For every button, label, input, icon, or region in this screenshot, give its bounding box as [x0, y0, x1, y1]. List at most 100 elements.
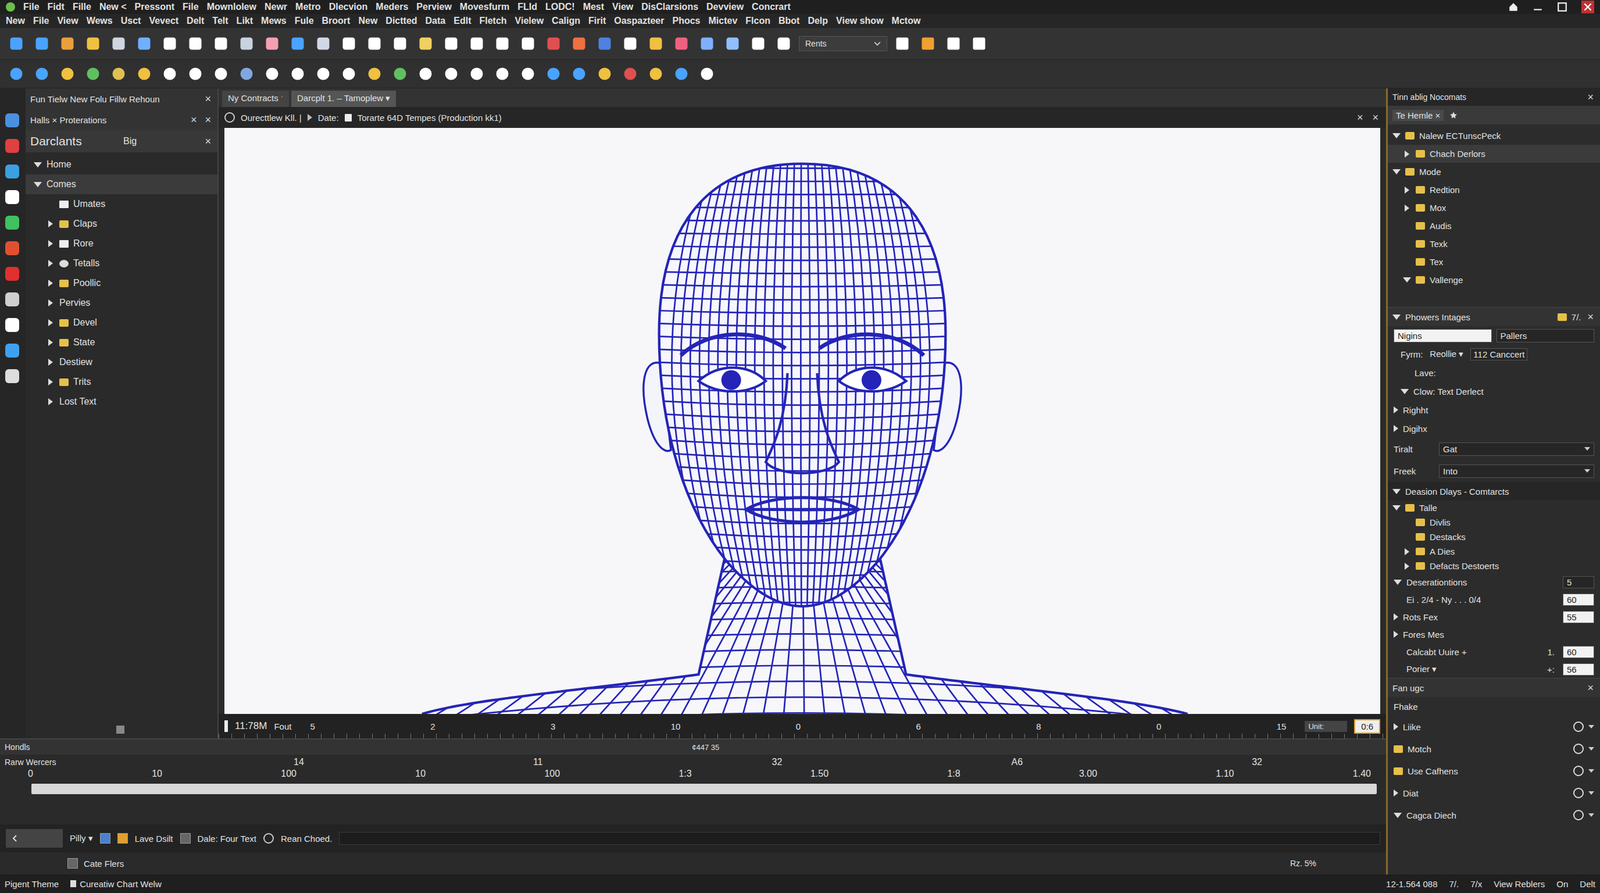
- tool-button[interactable]: [133, 63, 155, 85]
- expand-icon[interactable]: [1404, 562, 1410, 570]
- menu-item[interactable]: Fidt: [47, 1, 65, 13]
- layer-icon[interactable]: [180, 833, 191, 844]
- menu-item[interactable]: View show: [836, 15, 884, 27]
- tool-button[interactable]: [236, 33, 257, 55]
- parameter-field[interactable]: 56: [1562, 663, 1595, 676]
- expand-icon[interactable]: [1392, 133, 1401, 139]
- tool-button[interactable]: [696, 63, 718, 85]
- tool-button[interactable]: [466, 63, 488, 85]
- zoom-level[interactable]: Rz. 5%: [1290, 858, 1317, 869]
- tool-button[interactable]: [5, 33, 27, 55]
- tree-item[interactable]: Defacts Destoerts: [1387, 558, 1600, 574]
- caret-icon[interactable]: [1588, 791, 1595, 795]
- tool-button[interactable]: [287, 63, 309, 85]
- tool-button[interactable]: [891, 33, 913, 55]
- document-tab[interactable]: Ny Contracts ˑ: [222, 90, 289, 107]
- property-group[interactable]: Righht: [1387, 400, 1600, 420]
- tree-item[interactable]: Chach Derlors: [1387, 144, 1600, 163]
- close-button[interactable]: ×: [1585, 681, 1596, 695]
- tool-button[interactable]: [491, 33, 513, 55]
- tool-button[interactable]: [645, 63, 667, 85]
- maximize-icon[interactable]: [1556, 1, 1568, 13]
- tool-button[interactable]: [108, 33, 130, 55]
- expand-icon[interactable]: [48, 358, 53, 366]
- expand-icon[interactable]: [48, 240, 53, 248]
- menu-item[interactable]: Fule: [294, 15, 314, 27]
- unit-dropdown[interactable]: Unit:: [1304, 720, 1348, 732]
- tool-button[interactable]: [968, 33, 990, 55]
- tool-button[interactable]: [133, 33, 155, 55]
- menu-item[interactable]: Concrart: [751, 1, 791, 13]
- tool-button[interactable]: [338, 33, 360, 55]
- tree-item[interactable]: Tex: [1387, 252, 1600, 271]
- tree-item[interactable]: Tetalls: [25, 253, 218, 274]
- property-group[interactable]: Clow: Text Derlect: [1387, 381, 1600, 401]
- close-button[interactable]: ×: [188, 113, 199, 127]
- status-item[interactable]: 7/x: [1470, 879, 1482, 889]
- menu-item[interactable]: Mownlolew: [206, 1, 257, 13]
- menu-item[interactable]: Edlt: [453, 15, 471, 27]
- tool-button[interactable]: [31, 63, 53, 85]
- expand-icon[interactable]: [48, 319, 53, 327]
- tool-button[interactable]: [338, 63, 360, 85]
- menu-item[interactable]: New: [5, 15, 25, 27]
- list-item[interactable]: Motch: [1387, 737, 1600, 760]
- expand-icon[interactable]: [1400, 388, 1409, 395]
- list-item[interactable]: Liike: [1387, 715, 1600, 738]
- preset-field[interactable]: Pallers: [1496, 329, 1595, 343]
- property-dropdown[interactable]: Into: [1438, 464, 1595, 478]
- status-item[interactable]: View Reblers: [1493, 879, 1545, 889]
- form-dropdown[interactable]: 112 Canccert: [1470, 348, 1528, 361]
- strip-button[interactable]: [3, 213, 23, 233]
- tool-button[interactable]: [56, 33, 78, 55]
- status-item[interactable]: 12-1.564 088: [1386, 879, 1438, 889]
- tool-button[interactable]: [210, 63, 232, 85]
- tool-button[interactable]: [261, 33, 283, 55]
- strip-button[interactable]: [3, 316, 23, 335]
- tree-item[interactable]: Lost Text: [25, 391, 218, 412]
- menu-item[interactable]: DisClarsions: [641, 1, 699, 13]
- tool-button[interactable]: [670, 33, 692, 55]
- timeline-track[interactable]: Rarw Wercers141132A632010100101001:31.50…: [0, 754, 1387, 797]
- filter-dropdown[interactable]: Pilly ▾: [69, 833, 94, 844]
- expand-icon[interactable]: [48, 299, 53, 307]
- tool-button[interactable]: [210, 33, 232, 55]
- strip-button[interactable]: [3, 265, 23, 284]
- tool-button[interactable]: [917, 33, 939, 55]
- tree-item[interactable]: Umates: [25, 194, 218, 214]
- menu-item[interactable]: Delt: [186, 15, 205, 27]
- menu-item[interactable]: Mest: [583, 1, 605, 13]
- caret-icon[interactable]: [1588, 769, 1595, 773]
- strip-button[interactable]: [3, 162, 23, 182]
- menu-item[interactable]: Flcon: [745, 15, 771, 27]
- info-icon[interactable]: [263, 833, 274, 844]
- strip-button[interactable]: [3, 341, 23, 361]
- tool-button[interactable]: [594, 33, 616, 55]
- tool-button[interactable]: [568, 33, 590, 55]
- tool-button[interactable]: [568, 63, 590, 85]
- expand-icon[interactable]: [1393, 579, 1402, 585]
- timeline-scrub-bar[interactable]: [31, 783, 1377, 795]
- tool-button[interactable]: [440, 63, 462, 85]
- tool-button[interactable]: [184, 33, 206, 55]
- tool-button[interactable]: [491, 63, 513, 85]
- document-tab[interactable]: Darcplt 1. – Tamoplew ▾: [291, 90, 396, 107]
- tree-item[interactable]: Devel: [25, 312, 218, 333]
- tool-button[interactable]: [466, 33, 488, 55]
- tree-item[interactable]: Texk: [1387, 234, 1600, 253]
- menu-item[interactable]: Oaspazteer: [613, 15, 664, 27]
- tool-button[interactable]: [594, 63, 616, 85]
- view-mode[interactable]: Big: [123, 136, 198, 147]
- panel-tab[interactable]: Fun Tielw New Folu Fillw Rehoun: [30, 94, 199, 105]
- tool-button[interactable]: [184, 63, 206, 85]
- mode-dropdown[interactable]: Rents: [798, 36, 888, 52]
- tool-button[interactable]: [517, 63, 539, 85]
- expand-icon[interactable]: [1393, 425, 1399, 432]
- tool-button[interactable]: [722, 33, 744, 55]
- expand-icon[interactable]: [1392, 505, 1401, 511]
- expand-icon[interactable]: [48, 378, 53, 386]
- tree-item[interactable]: Vallenge: [1387, 270, 1600, 289]
- menu-item[interactable]: View: [56, 15, 78, 27]
- tree-item[interactable]: A Dies: [1387, 544, 1600, 559]
- close-button[interactable]: ×: [1370, 111, 1381, 124]
